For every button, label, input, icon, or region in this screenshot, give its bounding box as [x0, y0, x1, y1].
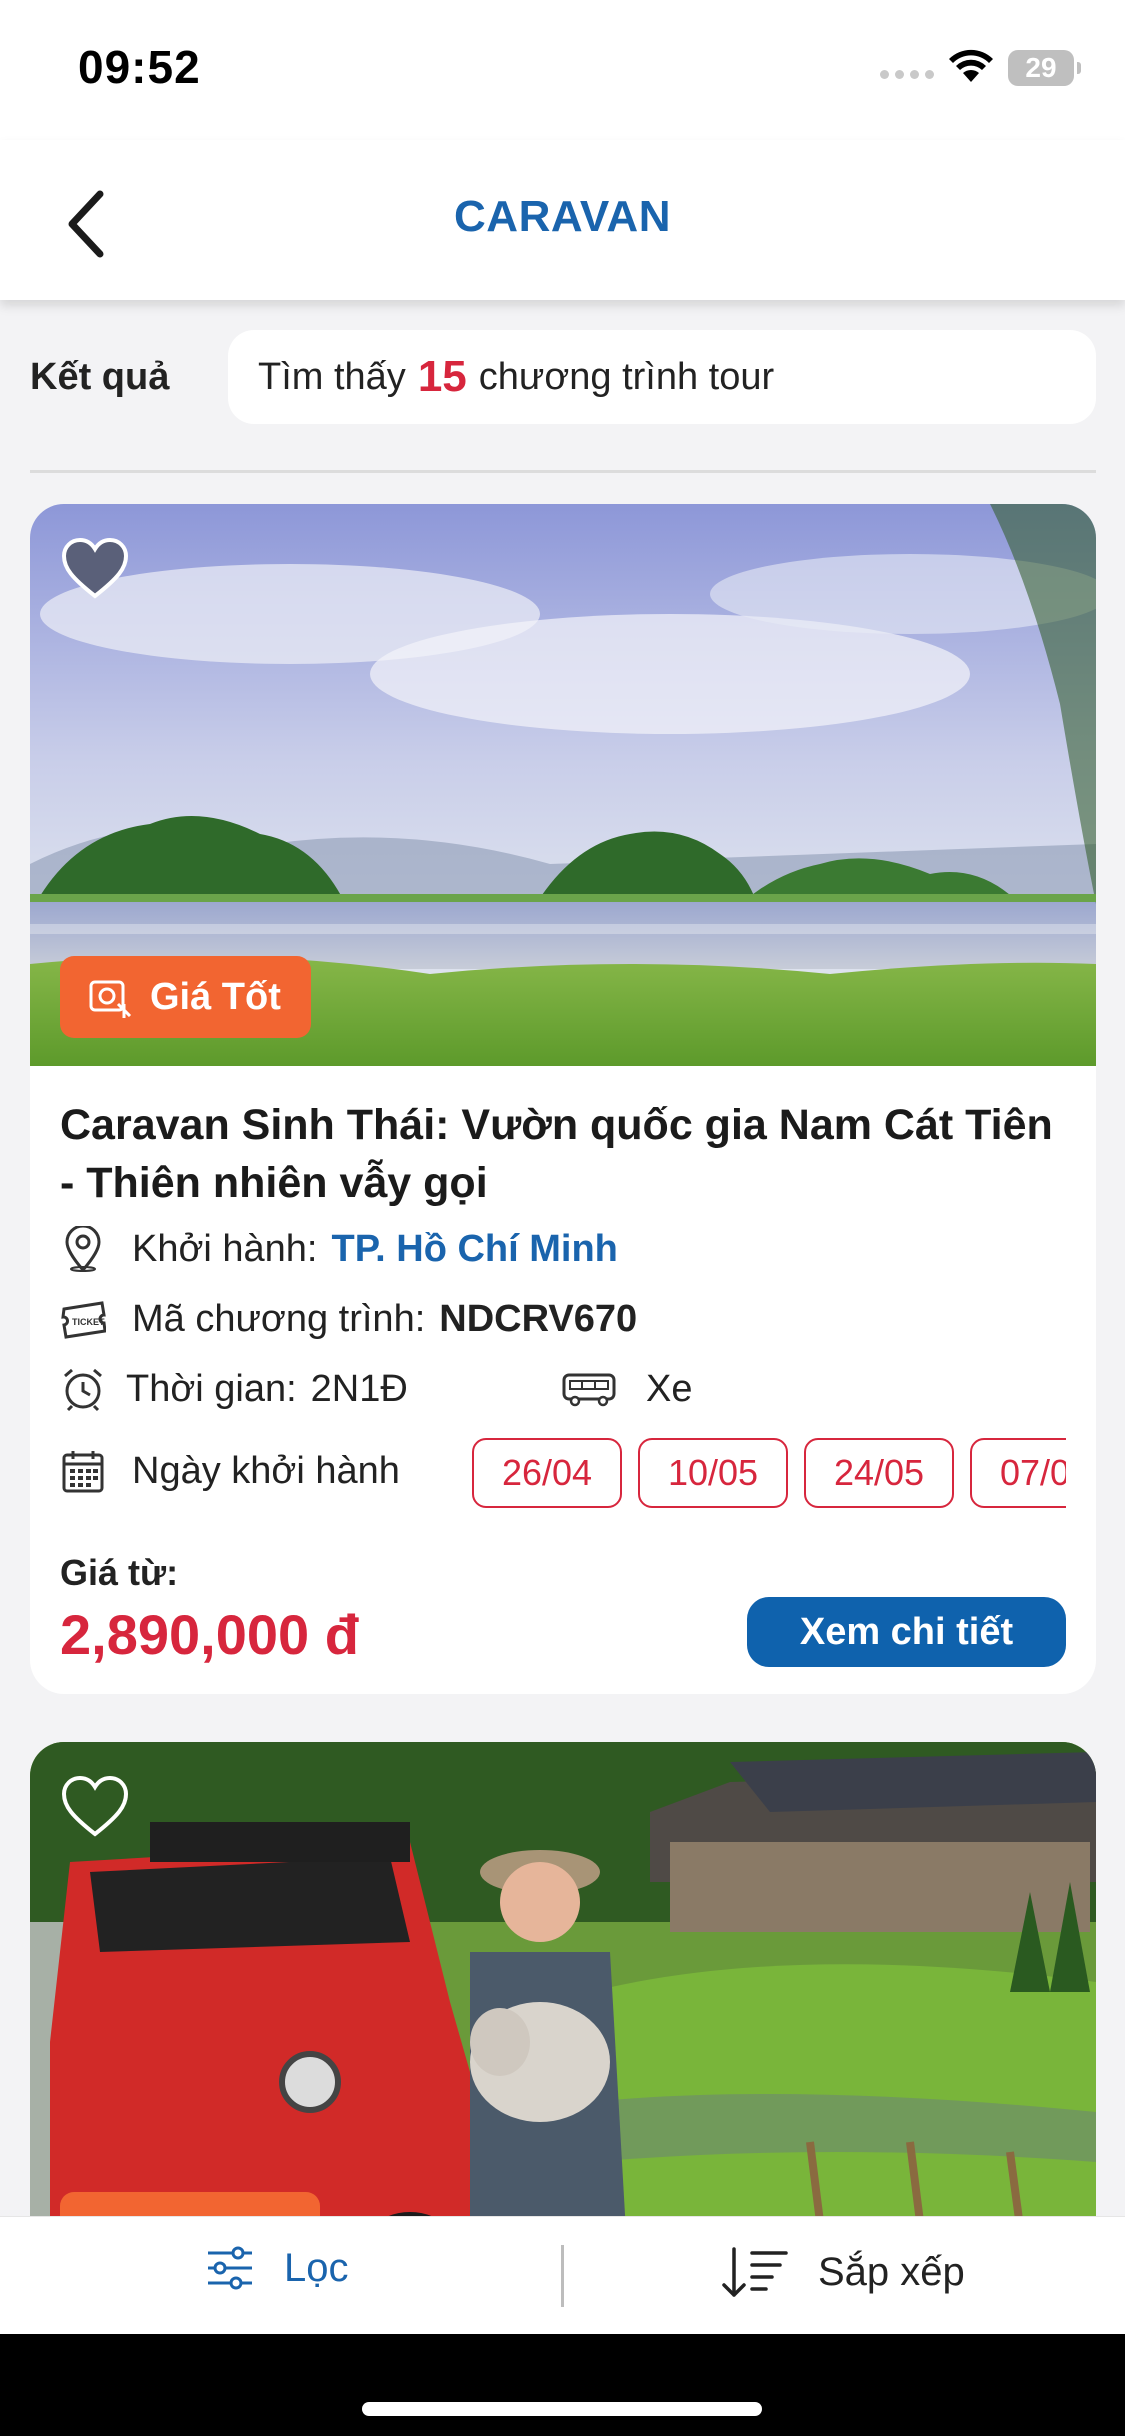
bus-icon: [562, 1366, 616, 1412]
departure-city: TP. Hồ Chí Minh: [331, 1227, 618, 1270]
departure-dates-label: Ngày khởi hành: [132, 1449, 400, 1492]
heart-outline-icon: [61, 1775, 129, 1837]
results-label: Kết quả: [30, 356, 170, 398]
nav-bar: CARAVAN: [0, 140, 1125, 300]
ticket-icon: TICKET: [60, 1296, 106, 1342]
filter-button[interactable]: Lọc: [206, 2245, 349, 2291]
sort-icon: [722, 2247, 788, 2297]
home-indicator[interactable]: [362, 2402, 762, 2416]
sort-label: Sắp xếp: [818, 2249, 965, 2294]
status-time: 09:52: [78, 41, 201, 93]
tour-image-lake-landscape[interactable]: Giá Tốt: [30, 504, 1096, 1066]
favorite-button[interactable]: [61, 537, 129, 600]
duration-value: 2N1Đ: [310, 1367, 408, 1410]
battery-icon: 29: [1008, 50, 1081, 86]
date-chip[interactable]: 07/06: [970, 1438, 1066, 1508]
tour-price: 2,890,000 đ: [60, 1603, 359, 1666]
tour-list-screen: 09:52 29 CARAVAN Kết quả Tìm thấy 15 chư…: [0, 0, 1125, 2436]
date-chip[interactable]: 24/05: [804, 1438, 954, 1508]
good-price-badge: Giá Tốt: [60, 956, 311, 1038]
tour-card[interactable]: Giá Tốt Caravan Sinh Thái: Vườn quốc gia…: [30, 504, 1096, 1694]
sort-button[interactable]: Sắp xếp: [722, 2245, 965, 2299]
bottom-bar-divider: [561, 2245, 564, 2307]
calendar-icon: [60, 1448, 106, 1494]
departure-dates-list[interactable]: 26/04 10/05 24/05 07/06: [472, 1438, 1066, 1512]
badge-label: Giá Tốt: [150, 975, 281, 1018]
tour-title[interactable]: Caravan Sinh Thái: Vườn quốc gia Nam Cát…: [60, 1096, 1066, 1212]
results-summary: Tìm thấy 15 chương trình tour: [228, 330, 1096, 424]
status-bar: 09:52 29: [0, 0, 1125, 140]
page-title: CARAVAN: [454, 192, 671, 241]
home-indicator-area: [0, 2334, 1125, 2436]
transport-row: Xe: [562, 1366, 692, 1412]
wifi-icon: [949, 49, 993, 82]
cellular-signal-icon: [880, 70, 934, 79]
favorite-button[interactable]: [61, 1775, 129, 1838]
transport-value: Xe: [646, 1367, 693, 1410]
bottom-action-bar: Lọc Sắp xếp: [0, 2216, 1125, 2334]
date-chip[interactable]: 10/05: [638, 1438, 788, 1508]
filter-sliders-icon: [208, 2246, 252, 2290]
program-code: NDCRV670: [439, 1297, 638, 1340]
departure-row: Khởi hành: TP. Hồ Chí Minh: [60, 1226, 618, 1272]
price-tag-icon: [89, 980, 132, 1018]
departure-label: Khởi hành:: [132, 1227, 318, 1270]
results-count: 15: [417, 352, 467, 401]
departure-dates-row: Ngày khởi hành: [60, 1448, 400, 1494]
price-label: Giá từ:: [60, 1552, 179, 1593]
duration-label: Thời gian:: [126, 1367, 297, 1410]
program-code-row: TICKET Mã chương trình: NDCRV670: [60, 1296, 637, 1342]
svg-text:TICKET: TICKET: [72, 1317, 105, 1327]
filter-label: Lọc: [284, 2245, 349, 2290]
heart-icon: [61, 537, 129, 599]
duration-row: Thời gian: 2N1Đ: [60, 1366, 408, 1412]
location-pin-icon: [60, 1226, 106, 1272]
results-prefix: Tìm thấy: [258, 355, 406, 398]
alarm-clock-icon: [60, 1366, 106, 1412]
view-details-button[interactable]: Xem chi tiết: [747, 1597, 1066, 1667]
program-code-label: Mã chương trình:: [132, 1297, 426, 1340]
date-chip[interactable]: 26/04: [472, 1438, 622, 1508]
divider: [30, 470, 1096, 473]
results-suffix: chương trình tour: [478, 355, 775, 398]
